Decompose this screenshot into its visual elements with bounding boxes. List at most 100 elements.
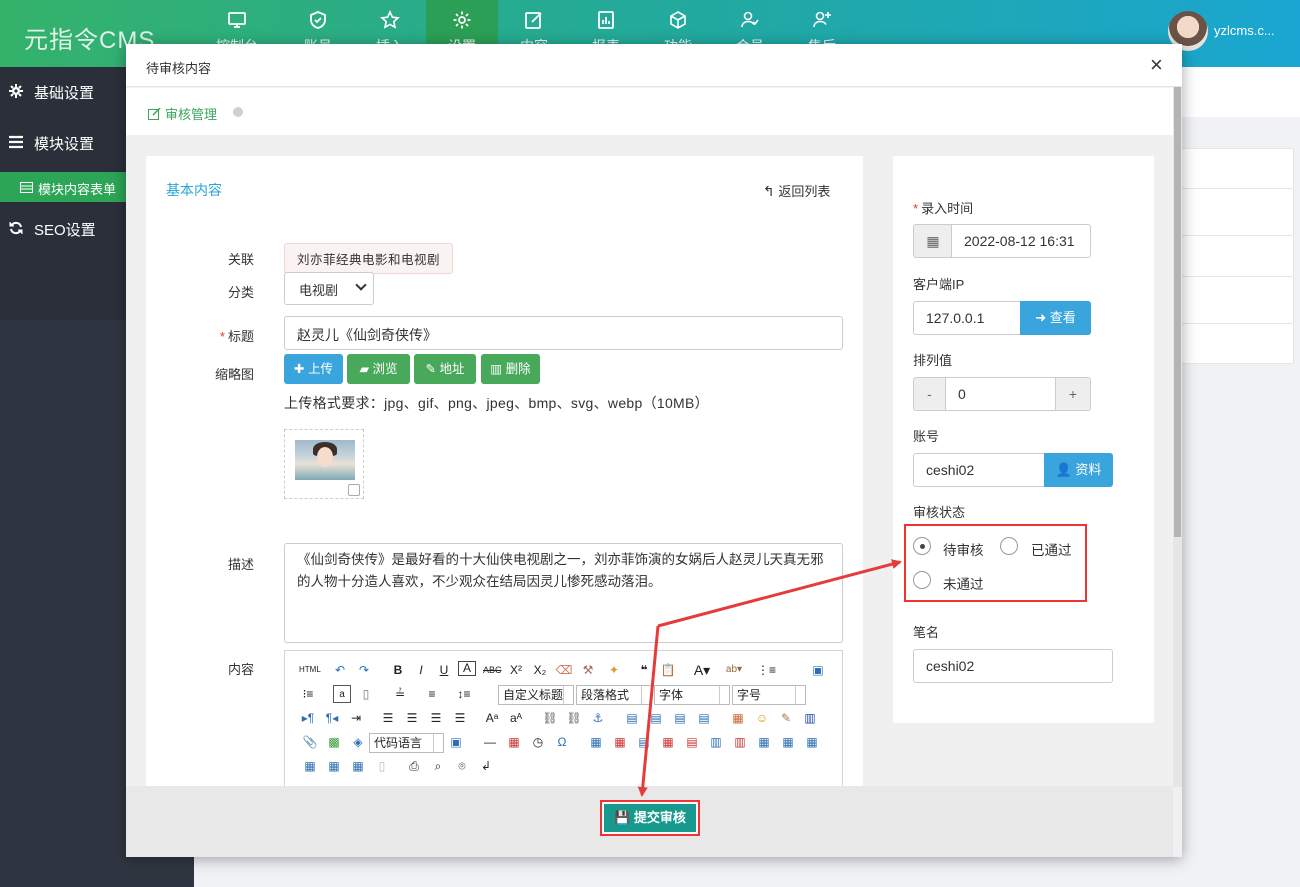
rtl-icon[interactable]: ¶◂ xyxy=(323,709,341,727)
delete-button[interactable]: ▥ 删除 xyxy=(481,354,540,384)
print-icon[interactable]: ⎙ xyxy=(405,757,423,775)
merge-down-icon[interactable]: ▦ xyxy=(803,733,821,751)
row-spacing-top-icon[interactable]: ≟ xyxy=(391,685,409,703)
clear-doc-icon[interactable]: ▯ xyxy=(357,685,375,703)
image-center-icon[interactable]: ▤ xyxy=(695,709,713,727)
split-cells-icon[interactable]: ▦ xyxy=(301,757,319,775)
delete-col-icon[interactable]: ▥ xyxy=(731,733,749,751)
search-icon[interactable]: ⌕ xyxy=(429,757,447,775)
unlink-icon[interactable]: ⛓ xyxy=(565,709,583,727)
edit-icon[interactable] xyxy=(348,484,360,496)
insert-col-icon[interactable]: ▥ xyxy=(707,733,725,751)
sort-input[interactable]: 0 xyxy=(945,377,1056,411)
find-replace-icon[interactable]: ⌾ xyxy=(453,757,471,775)
insert-table-icon[interactable]: ▦ xyxy=(587,733,605,751)
font-family-select[interactable]: 字体 xyxy=(654,685,730,705)
preview-icon[interactable]: ▣ xyxy=(809,661,827,679)
scrawl-icon[interactable]: ✎ xyxy=(777,709,795,727)
title-input[interactable]: 赵灵儿《仙剑奇侠传》 xyxy=(284,316,843,350)
user-name[interactable]: yzlcms.c... xyxy=(1214,23,1275,38)
underline-icon[interactable]: U xyxy=(435,661,453,679)
superscript-icon[interactable]: X² xyxy=(507,661,525,679)
profile-button[interactable]: 👤 资料 xyxy=(1044,453,1113,487)
quote-icon[interactable]: ❝ xyxy=(635,661,653,679)
line-height-icon[interactable]: ↕≡ xyxy=(455,685,473,703)
category-select[interactable]: 电视剧 xyxy=(284,272,374,305)
auto-format-icon[interactable]: ✦ xyxy=(605,661,623,679)
merge-right-icon[interactable]: ▦ xyxy=(779,733,797,751)
paragraph-format-select[interactable]: 段落格式 xyxy=(576,685,652,705)
description-textarea[interactable]: 《仙剑奇侠传》是最好看的十大仙侠电视剧之一，刘亦菲饰演的女娲后人赵灵儿天真无邪的… xyxy=(284,543,843,643)
time-icon[interactable]: ◷ xyxy=(529,733,547,751)
font-color-icon[interactable]: A▾ xyxy=(693,661,711,679)
rich-text-editor[interactable]: HTML ↶ ↷ B I U A ABC X² X₂ ⌫ ⚒ ✦ ❝ 📋 A▾ … xyxy=(284,650,843,796)
chart-icon[interactable]: ▯ xyxy=(373,757,391,775)
strikethrough-icon[interactable]: ABC xyxy=(483,661,502,679)
insert-row-icon[interactable]: ▦ xyxy=(659,733,677,751)
row-spacing-bottom-icon[interactable]: ≡ xyxy=(423,685,441,703)
increment-button[interactable]: + xyxy=(1055,377,1091,411)
browse-button[interactable]: ▰ 浏览 xyxy=(347,354,410,384)
relation-tag[interactable]: 刘亦菲经典电影和电视剧 xyxy=(284,243,454,274)
scrollbar-thumb[interactable] xyxy=(1174,87,1181,537)
select-all-icon[interactable]: a xyxy=(333,685,351,703)
image-float-right-icon[interactable]: ▤ xyxy=(671,709,689,727)
page-break-icon[interactable]: ↲ xyxy=(477,757,495,775)
delete-row-icon[interactable]: ▤ xyxy=(683,733,701,751)
split-rows-icon[interactable]: ▦ xyxy=(325,757,343,775)
decrement-button[interactable]: - xyxy=(913,377,946,411)
video-icon[interactable]: ▥ xyxy=(801,709,819,727)
address-button[interactable]: ✎ 地址 xyxy=(414,354,476,384)
upload-button[interactable]: ✚ 上传 xyxy=(284,354,343,384)
pen-name-input[interactable]: ceshi02 xyxy=(913,649,1113,683)
ltr-icon[interactable]: ▸¶ xyxy=(299,709,317,727)
view-ip-button[interactable]: ➜ 查看 xyxy=(1020,301,1091,335)
ordered-list-icon[interactable]: ⋮≡ xyxy=(757,661,776,679)
modal-scrollbar[interactable] xyxy=(1173,87,1182,787)
align-right-icon[interactable]: ☰ xyxy=(427,709,445,727)
subscript-icon[interactable]: X₂ xyxy=(531,661,549,679)
template-icon[interactable]: ▣ xyxy=(447,733,465,751)
justify-icon[interactable]: ☰ xyxy=(451,709,469,727)
anchor-icon[interactable]: ⚓ xyxy=(589,709,607,727)
code-language-select[interactable]: 代码语言 xyxy=(369,733,444,753)
close-icon[interactable]: × xyxy=(1150,54,1163,76)
thumbnail-preview[interactable] xyxy=(284,429,364,499)
custom-title-select[interactable]: 自定义标题 xyxy=(498,685,574,705)
submit-review-button[interactable]: 💾 提交审核 xyxy=(604,804,696,832)
undo-icon[interactable]: ↶ xyxy=(331,661,349,679)
redo-icon[interactable]: ↷ xyxy=(355,661,373,679)
highlight-color-icon[interactable]: ab▾ xyxy=(725,661,743,679)
to-uppercase-icon[interactable]: Aᵃ xyxy=(483,709,501,727)
back-to-list-link[interactable]: ↰ 返回列表 xyxy=(763,181,830,200)
format-brush-icon[interactable]: ⚒ xyxy=(579,661,597,679)
font-border-icon[interactable]: A xyxy=(458,661,476,676)
split-cols-icon[interactable]: ▦ xyxy=(349,757,367,775)
italic-icon[interactable]: I xyxy=(412,661,430,679)
html-source-icon[interactable]: HTML xyxy=(299,661,321,679)
account-input[interactable]: ceshi02 xyxy=(913,453,1045,487)
entry-time-input[interactable]: 2022-08-12 16:31 xyxy=(951,224,1091,258)
ip-input[interactable]: 127.0.0.1 xyxy=(913,301,1021,335)
eraser-icon[interactable]: ⌫ xyxy=(555,661,573,679)
breadcrumb[interactable]: 审核管理 xyxy=(148,104,217,123)
indent-icon[interactable]: ⇥ xyxy=(347,709,365,727)
date-icon[interactable]: ▦ xyxy=(505,733,523,751)
image-float-none-icon[interactable]: ▤ xyxy=(623,709,641,727)
to-lowercase-icon[interactable]: aᴬ xyxy=(507,709,525,727)
horizontal-rule-icon[interactable]: — xyxy=(481,733,499,751)
align-left-icon[interactable]: ☰ xyxy=(379,709,397,727)
insert-frame-icon[interactable]: ◈ xyxy=(349,733,367,751)
bold-icon[interactable]: B xyxy=(389,661,407,679)
emoji-icon[interactable]: ☺ xyxy=(753,709,771,727)
align-center-icon[interactable]: ☰ xyxy=(403,709,421,727)
image-float-left-icon[interactable]: ▤ xyxy=(647,709,665,727)
delete-table-icon[interactable]: ▦ xyxy=(611,733,629,751)
paste-icon[interactable]: 📋 xyxy=(659,661,677,679)
map-icon[interactable]: ▩ xyxy=(325,733,343,751)
unordered-list-icon[interactable]: ⁝≡ xyxy=(299,685,317,703)
link-icon[interactable]: ⛓ xyxy=(541,709,559,727)
special-char-icon[interactable]: Ω xyxy=(553,733,571,751)
attachment-icon[interactable]: 📎 xyxy=(301,733,319,751)
insert-image-icon[interactable]: ▦ xyxy=(729,709,747,727)
